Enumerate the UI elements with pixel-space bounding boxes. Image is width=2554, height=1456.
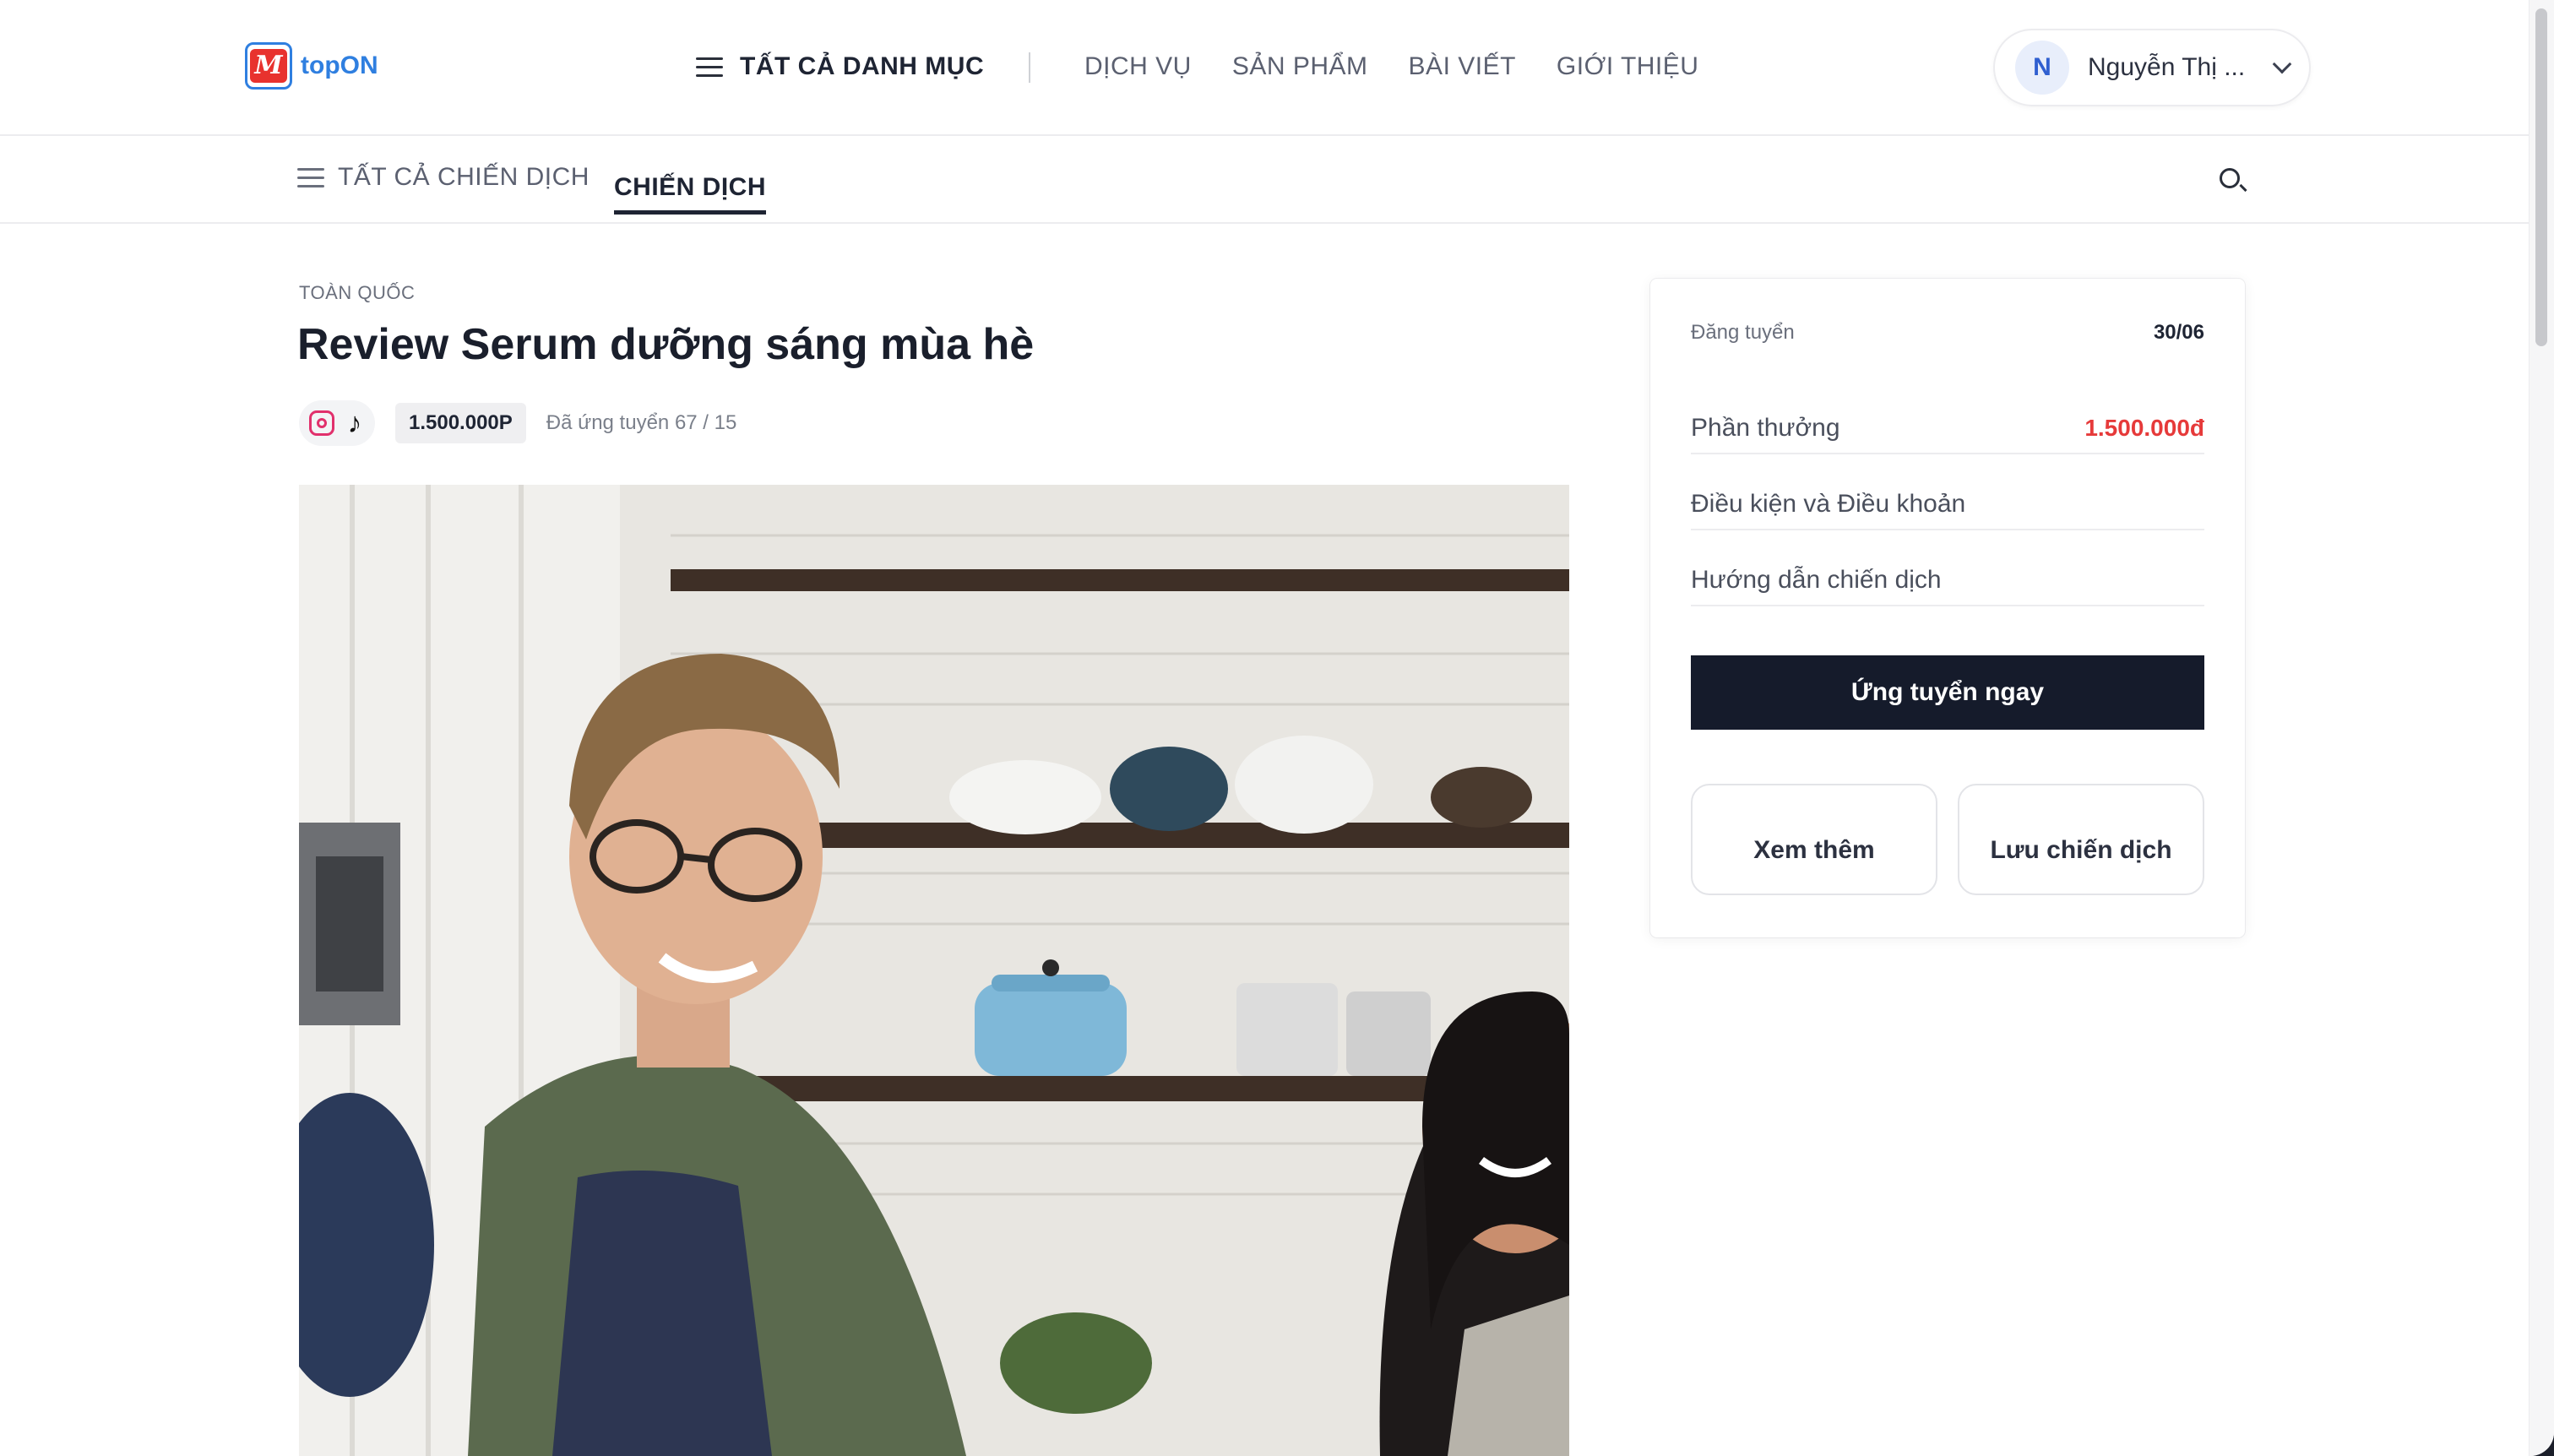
reward-label: Phần thưởng: [1691, 414, 1840, 442]
user-name: Nguyễn Thị ...: [2088, 53, 2246, 81]
campaign-region: TOÀN QUỐC: [299, 282, 416, 303]
campaign-meta: ♪ 1.500.000P Đã ứng tuyển 67 / 15: [299, 400, 736, 446]
nav-divider: [1029, 52, 1030, 83]
search-icon: [2220, 168, 2240, 188]
view-more-button[interactable]: Xem thêm: [1691, 784, 1937, 895]
search-button[interactable]: [2218, 166, 2248, 197]
instagram-icon: [309, 410, 334, 436]
all-campaigns-button[interactable]: TẤT CẢ CHIẾN DỊCH: [297, 163, 590, 192]
applied-count: Đã ứng tuyển 67 / 15: [546, 411, 737, 434]
scrollbar-thumb[interactable]: [2535, 8, 2547, 346]
posted-value: 30/06: [2153, 321, 2204, 344]
page-scrollbar[interactable]: [2529, 0, 2554, 1456]
category-menu-label: TẤT CẢ DANH MỤC: [740, 52, 985, 80]
page: M topON TẤT CẢ DANH MỤC DỊCH VỤ SẢN PHẨM…: [0, 0, 2554, 1456]
hamburger-icon: [696, 56, 723, 78]
all-campaigns-label: TẤT CẢ CHIẾN DỊCH: [338, 163, 590, 191]
terms-link[interactable]: Điều kiện và Điều khoản: [1691, 480, 2204, 530]
reward-value: 1.500.000đ: [2084, 415, 2204, 441]
campaign-hero-image: [299, 485, 1569, 1456]
platform-icons: ♪: [299, 400, 375, 446]
page-title: Review Serum dưỡng sáng mùa hè: [297, 320, 1035, 369]
nav-services[interactable]: DỊCH VỤ: [1084, 52, 1192, 81]
category-menu-button[interactable]: TẤT CẢ DANH MỤC: [696, 47, 984, 86]
apply-now-button[interactable]: Ứng tuyển ngay: [1691, 655, 2204, 730]
posted-label: Đăng tuyển: [1691, 321, 1795, 344]
guide-link[interactable]: Hướng dẫn chiến dịch: [1691, 556, 2204, 606]
tiktok-icon: ♪: [347, 407, 362, 439]
save-campaign-button[interactable]: Lưu chiến dịch: [1958, 784, 2204, 895]
posted-row: Đăng tuyển 30/06: [1691, 321, 2204, 345]
logo-mark-icon: M: [245, 42, 292, 90]
guide-label: Hướng dẫn chiến dịch: [1691, 566, 1942, 594]
main-nav: DỊCH VỤ SẢN PHẨM BÀI VIẾT GIỚI THIỆU: [1084, 47, 1698, 86]
logo-text: topON: [301, 52, 378, 79]
chevron-down-icon: [2272, 54, 2292, 74]
top-header: M topON TẤT CẢ DANH MỤC DỊCH VỤ SẢN PHẨM…: [0, 0, 2529, 136]
site-logo[interactable]: M topON: [245, 42, 378, 90]
campaign-sidebar-card: Đăng tuyển 30/06 Phần thưởng 1.500.000đ …: [1650, 279, 2245, 937]
user-menu[interactable]: N Nguyễn Thị ...: [1993, 29, 2311, 106]
terms-label: Điều kiện và Điều khoản: [1691, 490, 1966, 518]
nav-articles[interactable]: BÀI VIẾT: [1409, 52, 1516, 81]
nav-about[interactable]: GIỚI THIỆU: [1557, 52, 1699, 81]
price-badge: 1.500.000P: [395, 403, 526, 443]
reward-row: Phần thưởng 1.500.000đ: [1691, 404, 2204, 454]
avatar: N: [2015, 41, 2069, 95]
nav-products[interactable]: SẢN PHẨM: [1232, 52, 1368, 81]
tab-campaign[interactable]: CHIẾN DỊCH: [614, 173, 767, 215]
hamburger-icon: [297, 166, 324, 188]
sub-nav: TẤT CẢ CHIẾN DỊCH CHIẾN DỊCH: [0, 136, 2529, 224]
